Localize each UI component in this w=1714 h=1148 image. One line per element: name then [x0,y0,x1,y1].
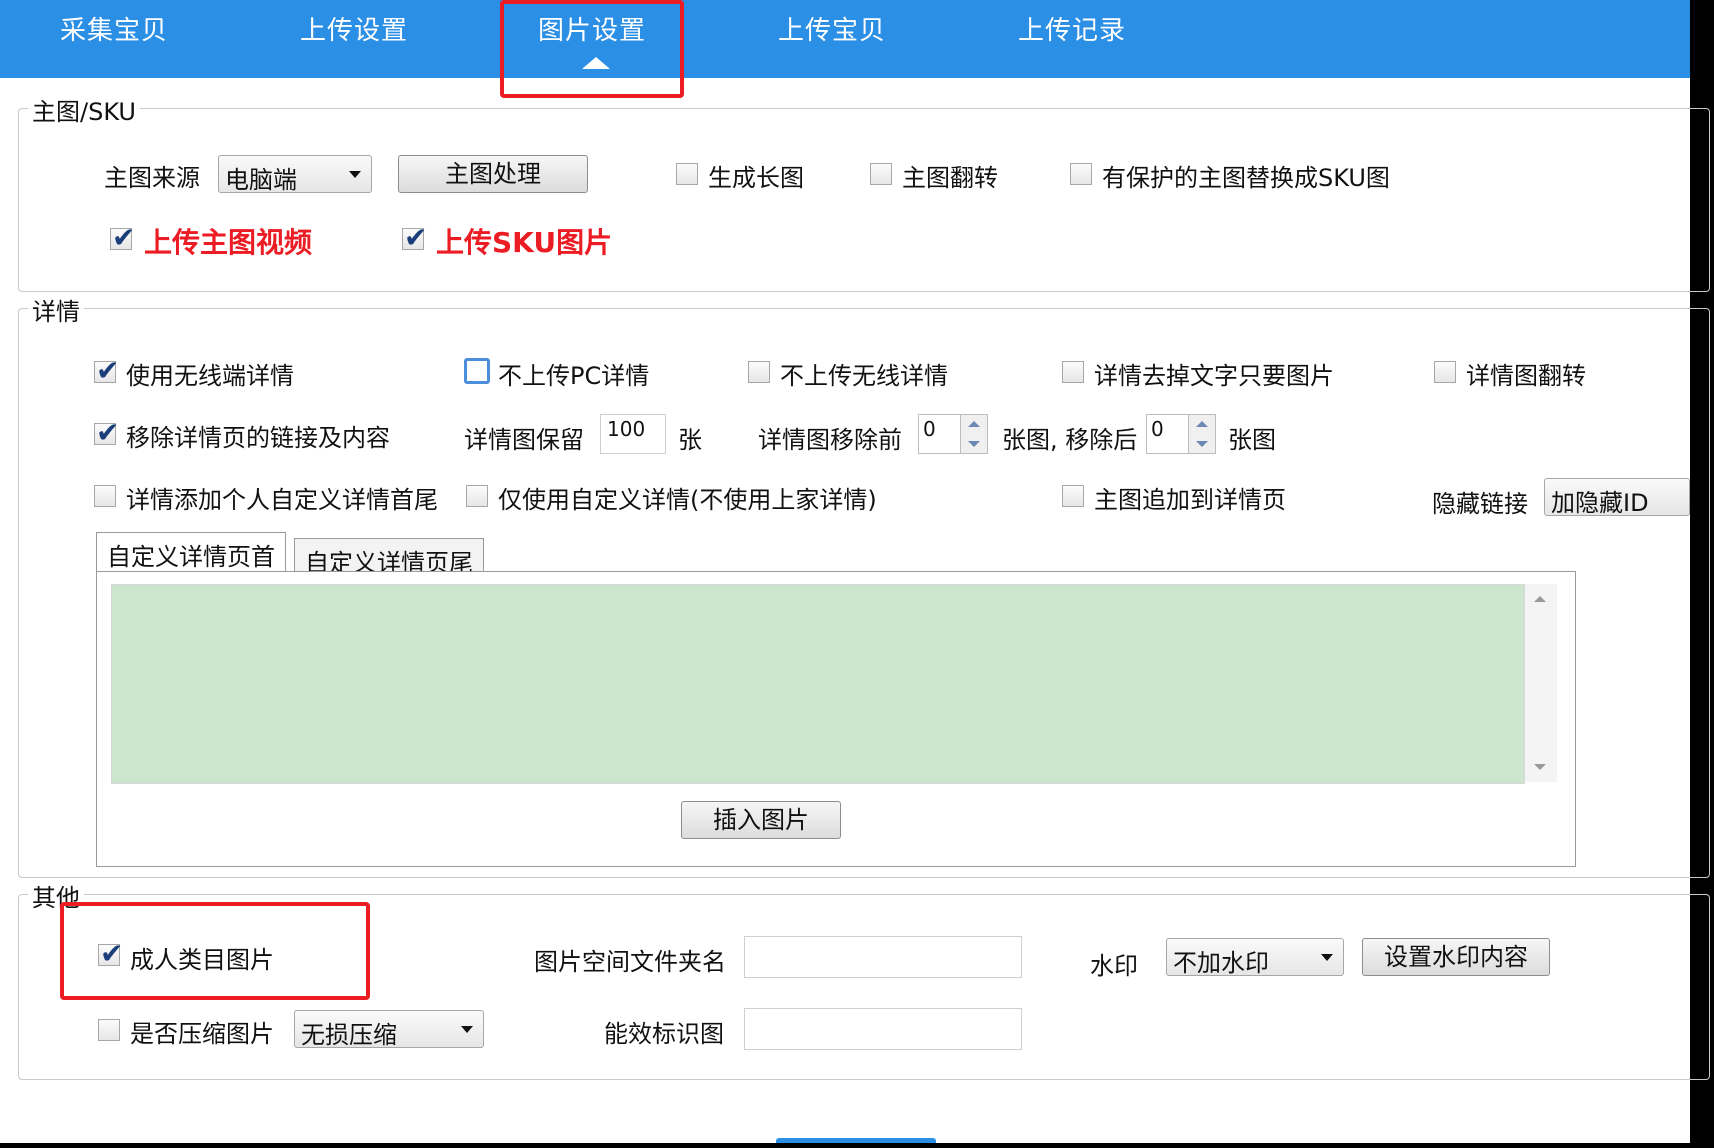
highlight-box-tab [500,0,684,98]
adult-label: 成人类目图片 [130,946,274,974]
editor-scrollbar[interactable] [1525,584,1557,782]
replace-protected-label: 有保护的主图替换成SKU图 [1102,164,1390,192]
energy-input[interactable] [744,1008,1022,1050]
gen-long-checkbox[interactable] [676,163,698,185]
remove-after-spinner[interactable]: 0 [1146,414,1216,454]
compress-label: 是否压缩图片 [130,1020,274,1048]
insert-image-button[interactable]: 插入图片 [681,801,841,839]
custom-detail-editor[interactable] [111,584,1525,784]
group-main-sku [18,108,1710,292]
hide-link-label: 隐藏链接 [1432,490,1528,518]
only-images-label: 详情去掉文字只要图片 [1094,362,1334,390]
flip-main-label: 主图翻转 [902,164,998,192]
flip-detail-label: 详情图翻转 [1466,362,1586,390]
upload-sku-label: 上传SKU图片 [436,226,613,259]
watermark-settings-button[interactable]: 设置水印内容 [1362,938,1550,976]
replace-protected-checkbox[interactable] [1070,163,1092,185]
watermark-select[interactable]: 不加水印 [1166,938,1344,977]
remove-links-checkbox[interactable] [94,416,119,449]
use-wireless-label: 使用无线端详情 [126,362,294,390]
custom-only-label: 仅使用自定义详情(不使用上家详情) [498,486,877,514]
custom-only-checkbox[interactable] [466,485,488,507]
append-main-label: 主图追加到详情页 [1094,486,1286,514]
tab-custom-tail[interactable]: 自定义详情页尾 [294,538,484,577]
spin-up-icon [1196,421,1208,427]
remove-before-spinner[interactable]: 0 [918,414,988,454]
main-source-select[interactable]: 电脑端 [218,155,372,194]
tab-upload-items[interactable]: 上传宝贝 [778,10,886,47]
scroll-up-icon[interactable] [1534,596,1546,602]
tab-upload-records[interactable]: 上传记录 [1018,10,1126,47]
add-custom-checkbox[interactable] [94,485,116,507]
gen-long-label: 生成长图 [708,164,804,192]
flip-main-checkbox[interactable] [870,163,892,185]
append-main-checkbox[interactable] [1062,485,1084,507]
no-pc-label: 不上传PC详情 [498,362,650,390]
scroll-down-icon[interactable] [1534,764,1546,770]
chevron-down-icon [349,171,361,178]
tab-upload-settings[interactable]: 上传设置 [300,10,408,47]
remove-mid-label: 张图, 移除后 [1002,426,1138,454]
flip-detail-checkbox[interactable] [1434,361,1456,383]
main-process-button[interactable]: 主图处理 [398,155,588,193]
spin-down-icon [1196,441,1208,447]
top-nav: 采集宝贝 上传设置 图片设置 上传宝贝 上传记录 [0,0,1690,78]
watermark-label: 水印 [1090,952,1138,980]
only-images-checkbox[interactable] [1062,361,1084,383]
spin-up-icon [968,421,980,427]
folder-input[interactable] [744,936,1022,978]
compress-select[interactable]: 无损压缩 [294,1010,484,1049]
keep-label: 详情图保留 [464,426,584,454]
remove-unit: 张图 [1228,426,1276,454]
chevron-down-icon [461,1026,473,1033]
upload-video-label: 上传主图视频 [144,226,313,259]
group-title-details: 详情 [28,292,84,327]
remove-before-label: 详情图移除前 [758,426,902,454]
keep-unit: 张 [678,426,702,454]
app-window: 采集宝贝 上传设置 图片设置 上传宝贝 上传记录 主图/SKU 主图来源 电脑端… [0,0,1710,1148]
no-wireless-label: 不上传无线详情 [780,362,948,390]
use-wireless-checkbox[interactable] [94,354,119,387]
remove-links-label: 移除详情页的链接及内容 [126,424,390,452]
folder-label: 图片空间文件夹名 [534,948,726,976]
spin-down-icon [968,441,980,447]
tab-collect[interactable]: 采集宝贝 [60,10,168,47]
compress-checkbox[interactable] [98,1019,120,1041]
add-custom-label: 详情添加个人自定义详情首尾 [126,486,438,514]
group-title-main-sku: 主图/SKU [28,92,140,127]
keep-count-input[interactable]: 100 [600,414,666,454]
no-wireless-checkbox[interactable] [748,361,770,383]
adult-checkbox[interactable] [98,937,123,970]
main-source-label: 主图来源 [104,164,200,192]
upload-sku-checkbox[interactable] [402,221,427,254]
upload-video-checkbox[interactable] [110,221,135,254]
energy-label: 能效标识图 [604,1020,724,1048]
no-pc-checkbox[interactable] [464,358,490,384]
bottom-border [0,1143,1690,1148]
hide-link-select[interactable]: 加隐藏ID [1544,478,1690,517]
chevron-down-icon [1321,954,1333,961]
tab-custom-head[interactable]: 自定义详情页首 [96,532,286,572]
custom-detail-panel: 插入图片 [96,571,1576,867]
